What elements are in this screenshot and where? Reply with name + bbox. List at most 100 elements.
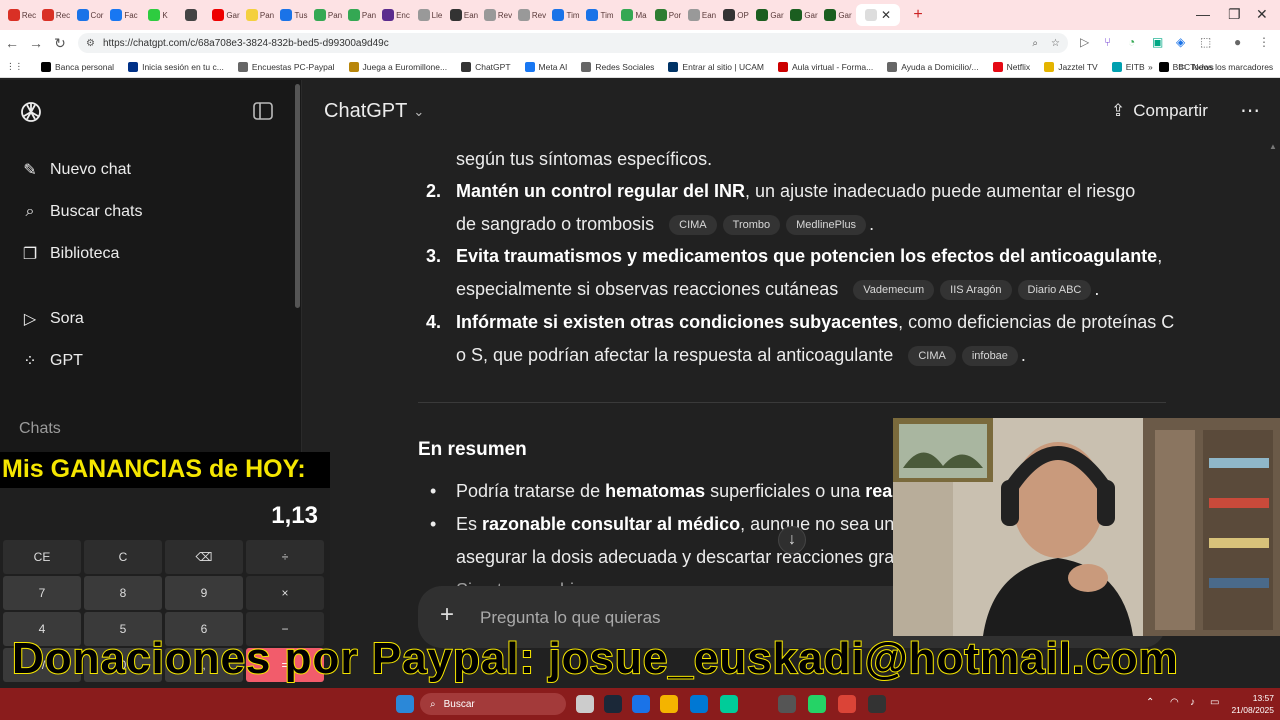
- extension-icon[interactable]: ▷: [1080, 35, 1089, 49]
- calculator-key[interactable]: ×: [246, 576, 324, 610]
- calculator-key[interactable]: ÷: [246, 540, 324, 574]
- bookmark-item[interactable]: Banca personal: [41, 61, 114, 72]
- browser-tab[interactable]: Lle: [414, 4, 446, 26]
- close-tab-icon[interactable]: ✕: [881, 8, 891, 22]
- bookmark-item[interactable]: Jazztel TV: [1044, 61, 1098, 72]
- browser-tab[interactable]: Ean: [448, 4, 480, 26]
- extension-icon[interactable]: ▣: [1152, 35, 1163, 49]
- steam-icon[interactable]: [604, 695, 622, 713]
- calculator-key[interactable]: 8: [84, 576, 162, 610]
- browser-tab[interactable]: Rec: [6, 4, 38, 26]
- task-view-icon[interactable]: [576, 695, 594, 713]
- app-icon[interactable]: [778, 695, 796, 713]
- library-button[interactable]: ❐ Biblioteca: [20, 244, 120, 264]
- forward-icon[interactable]: →: [24, 35, 48, 51]
- browser-tab[interactable]: Enc: [380, 4, 412, 26]
- bookmark-item[interactable]: Inicia sesión en tu c...: [128, 61, 224, 72]
- browser-tab[interactable]: Ma: [618, 4, 650, 26]
- reload-icon[interactable]: ↻: [48, 35, 72, 52]
- browser-tab[interactable]: Gar: [788, 4, 820, 26]
- browser-tab[interactable]: Rev: [516, 4, 548, 26]
- citation-chip[interactable]: Trombo: [722, 214, 781, 235]
- citation-chip[interactable]: CIMA: [908, 345, 956, 366]
- outlook-icon[interactable]: [690, 695, 708, 713]
- citation-chip[interactable]: IIS Aragón: [940, 279, 1012, 300]
- browser-tab[interactable]: Pan: [312, 4, 344, 26]
- sidebar-item-sora[interactable]: ▷ Sora: [20, 309, 84, 329]
- browser-tab[interactable]: Gar: [754, 4, 786, 26]
- volume-icon[interactable]: ♪: [1190, 697, 1195, 708]
- bookmark-item[interactable]: Redes Sociales: [581, 61, 654, 72]
- calculator-key[interactable]: CE: [3, 540, 81, 574]
- file-explorer-icon[interactable]: [660, 695, 678, 713]
- scroll-down-button[interactable]: ↓: [778, 526, 806, 554]
- browser-tab[interactable]: Tim: [550, 4, 582, 26]
- battery-icon[interactable]: ▭: [1210, 697, 1219, 708]
- new-chat-button[interactable]: ✎ Nuevo chat: [20, 160, 131, 180]
- prompt-input[interactable]: Pregunta lo que quieras: [480, 608, 661, 628]
- browser-tab[interactable]: Gar: [210, 4, 242, 26]
- bookmark-item[interactable]: Juega a Euromillone...: [348, 61, 447, 72]
- bookmark-item[interactable]: EITB: [1111, 61, 1145, 72]
- edge-icon[interactable]: [720, 695, 738, 713]
- browser-tab[interactable]: Rev: [482, 4, 514, 26]
- search-chats-button[interactable]: ⌕ Buscar chats: [20, 202, 143, 222]
- more-options-icon[interactable]: ⋯: [1240, 98, 1261, 123]
- openai-logo-icon[interactable]: [18, 99, 44, 125]
- minimize-icon[interactable]: —: [1196, 6, 1210, 22]
- calculator-key[interactable]: C: [84, 540, 162, 574]
- taskbar-search[interactable]: ⌕ Buscar: [420, 693, 566, 715]
- windows-start-icon[interactable]: [396, 695, 414, 713]
- browser-tab[interactable]: Pan: [244, 4, 276, 26]
- share-button[interactable]: ⇪ Compartir: [1111, 101, 1208, 121]
- browser-tab[interactable]: K: [142, 4, 174, 26]
- close-window-icon[interactable]: ✕: [1256, 6, 1268, 23]
- browser-tab[interactable]: Por: [652, 4, 684, 26]
- extension-icon[interactable]: ◈: [1176, 35, 1185, 49]
- browser-tab[interactable]: OP: [720, 4, 752, 26]
- browser-tab[interactable]: Tus: [278, 4, 310, 26]
- mail-icon[interactable]: [632, 695, 650, 713]
- bookmarks-overflow-icon[interactable]: »: [1148, 62, 1153, 72]
- chrome-icon[interactable]: [838, 695, 856, 713]
- media-icon[interactable]: [868, 695, 886, 713]
- toggle-sidebar-icon[interactable]: [253, 102, 273, 120]
- citation-chip[interactable]: Vademecum: [853, 279, 935, 300]
- sidebar-item-gpt[interactable]: ⁘ GPT: [20, 351, 83, 371]
- calculator-key[interactable]: 7: [3, 576, 81, 610]
- bookmark-item[interactable]: Ayuda a Domicilio/...: [887, 61, 979, 72]
- calculator-key[interactable]: ⌫: [165, 540, 243, 574]
- bookmark-item[interactable]: Netflix: [992, 61, 1030, 72]
- url-input[interactable]: ⚙ https://chatgpt.com/c/68a708e3-3824-83…: [78, 33, 1068, 53]
- clock[interactable]: 13:57 21/08/2025: [1222, 692, 1274, 716]
- sidebar-scrollbar[interactable]: [295, 84, 300, 308]
- bookmark-item[interactable]: Aula virtual - Forma...: [777, 61, 873, 72]
- zoom-icon[interactable]: ⌕: [1032, 38, 1038, 49]
- whatsapp-icon[interactable]: [808, 695, 826, 713]
- menu-kebab-icon[interactable]: ⋮: [1258, 35, 1270, 49]
- back-icon[interactable]: ←: [0, 35, 24, 51]
- bookmark-star-icon[interactable]: ☆: [1051, 38, 1060, 49]
- browser-tab[interactable]: Ean: [686, 4, 718, 26]
- bookmark-item[interactable]: Encuestas PC-Paypal: [237, 61, 335, 72]
- network-icon[interactable]: ◠: [1170, 697, 1179, 708]
- citation-chip[interactable]: infobae: [961, 345, 1018, 366]
- browser-tab[interactable]: Fac: [108, 4, 140, 26]
- citation-chip[interactable]: Diario ABC: [1017, 279, 1092, 300]
- calculator-key[interactable]: 9: [165, 576, 243, 610]
- browser-tab[interactable]: Pan: [346, 4, 378, 26]
- site-info-icon[interactable]: ⚙: [86, 38, 95, 49]
- bookmark-item[interactable]: Meta AI: [524, 61, 567, 72]
- all-bookmarks-folder[interactable]: ▭ Todos los marcadores: [1178, 61, 1273, 72]
- maximize-icon[interactable]: ❐: [1228, 6, 1241, 23]
- apps-grid-icon[interactable]: ⋮⋮: [6, 61, 23, 72]
- bookmark-item[interactable]: ChatGPT: [461, 61, 511, 72]
- browser-tab[interactable]: Cor: [74, 4, 106, 26]
- tray-chevron-icon[interactable]: ⌃: [1146, 697, 1154, 708]
- citation-chip[interactable]: MedlinePlus: [786, 214, 867, 235]
- add-attachment-icon[interactable]: +: [440, 601, 454, 629]
- browser-tab-active[interactable]: ✕: [856, 4, 900, 26]
- scroll-up-arrow-icon[interactable]: ▲: [1269, 142, 1277, 151]
- citation-chip[interactable]: CIMA: [669, 214, 717, 235]
- browser-tab[interactable]: Rec: [40, 4, 72, 26]
